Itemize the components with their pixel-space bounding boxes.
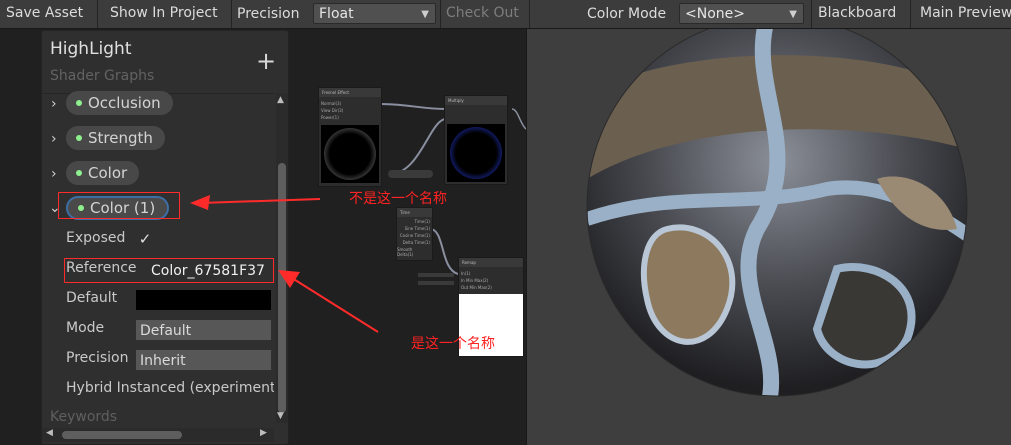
property-row-strength[interactable]: › Strength [42,126,274,156]
property-dot-icon [76,100,82,106]
blackboard-panel[interactable]: HighLight Shader Graphs + › Occlusion › … [41,30,289,445]
horizontal-scrollbar[interactable]: ◀ ▶ [42,428,274,442]
time-port[interactable]: Cosine Time(1) [400,233,430,238]
fresnel-port[interactable]: Power(1) [321,115,339,120]
preview-sphere [586,29,968,397]
property-pill[interactable]: Color [66,161,140,185]
property-row-occlusion[interactable]: › Occlusion [42,91,274,121]
scroll-right-icon[interactable]: ▶ [260,428,267,438]
precision-dropdown-value: Float [319,6,354,22]
toolbar-divider [910,0,911,28]
toolbar: Save Asset Show In Project Precision Flo… [0,0,1011,29]
default-color-swatch[interactable] [135,289,272,311]
mode-dropdown[interactable]: Default [135,319,272,341]
annotation-box-reference [64,258,274,283]
time-port[interactable]: Delta Time(1) [403,240,430,245]
annotation-is-this-name: 是这一个名称 [411,336,495,352]
property-label: Occlusion [88,94,161,112]
show-in-project-button[interactable]: Show In Project [104,2,231,25]
chevron-right-icon[interactable]: › [51,131,57,147]
precision-label: Precision [66,350,129,366]
fresnel-port[interactable]: View Dir(3) [321,108,343,113]
vertical-scrollbar[interactable]: ▲ ▼ [276,93,288,423]
remap-port[interactable]: Out Min Max(2) [461,285,492,290]
toolbar-divider [97,0,98,28]
fresnel-preview [321,125,379,183]
property-pill[interactable]: Strength [66,126,165,150]
blackboard-subtitle: Shader Graphs [50,68,155,84]
property-label: Strength [88,129,153,147]
remap-port[interactable]: In(1) [461,271,470,276]
blackboard-button[interactable]: Blackboard [812,2,910,25]
chevron-right-icon[interactable]: › [51,166,57,182]
property-row-color[interactable]: › Color [42,161,274,191]
chevron-right-icon[interactable]: › [51,96,57,112]
check-out-button[interactable]: Check Out [440,2,529,25]
graph-nodes-area: Fresnel Effect Normal(3) View Dir(3) Pow… [290,29,526,445]
time-node[interactable]: Time Time(1) Sine Time(1) Cosine Time(1)… [396,207,433,261]
annotation-not-this-name: 不是这一个名称 [349,191,447,207]
blackboard-title: HighLight [50,39,132,59]
fresnel-node-title: Fresnel Effect [319,88,381,97]
property-label: Color [88,164,128,182]
time-port[interactable]: Sine Time(1) [405,226,430,231]
multiply-preview [447,124,505,182]
main-preview-button[interactable]: Main Preview [914,2,1011,25]
graph-property-chip[interactable] [388,170,433,178]
precision-dropdown[interactable]: Float ▼ [313,3,436,24]
fresnel-effect-node[interactable]: Fresnel Effect Normal(3) View Dir(3) Pow… [318,87,382,187]
time-port[interactable]: Smooth Delta(1) [397,247,430,257]
chevron-down-icon: ▼ [421,9,429,20]
property-pill[interactable]: Occlusion [66,91,173,115]
time-port[interactable]: Time(1) [415,219,430,224]
scrollbar-thumb[interactable] [278,163,286,413]
exposed-label: Exposed [66,230,126,246]
fresnel-port[interactable]: Normal(3) [321,101,341,106]
remap-node-title: Remap [459,258,523,267]
scroll-left-icon[interactable]: ◀ [46,428,53,438]
remap-port[interactable]: In Min Max(2) [461,278,488,283]
graph-input-chip[interactable] [418,281,454,285]
property-dot-icon [76,170,82,176]
time-node-title: Time [397,208,432,217]
toolbar-divider [231,0,232,28]
hybrid-instanced-label: Hybrid Instanced (experimental) [66,380,274,396]
precision-dropdown[interactable]: Inherit [135,349,272,371]
default-label: Default [66,290,118,306]
exposed-checkbox[interactable]: ✓ [137,231,153,247]
scroll-up-icon[interactable]: ▲ [277,95,284,105]
add-property-button[interactable]: + [256,49,276,73]
precision-label: Precision [237,6,300,22]
annotation-box-color-1 [58,192,180,219]
color-mode-label: Color Mode [587,6,667,22]
main-preview-panel[interactable] [526,29,1011,445]
color-mode-dropdown[interactable]: <None> ▼ [679,3,804,24]
property-dot-icon [76,135,82,141]
scrollbar-thumb[interactable] [62,431,182,439]
multiply-node[interactable]: Multiply [444,95,508,185]
toolbar-divider [529,0,530,28]
color-mode-dropdown-value: <None> [685,6,745,22]
chevron-down-icon: ▼ [789,9,797,20]
keywords-section-label[interactable]: Keywords [50,409,117,425]
multiply-node-title: Multiply [445,96,507,105]
save-asset-button[interactable]: Save Asset [0,2,97,25]
scroll-down-icon[interactable]: ▼ [277,411,284,421]
mode-label: Mode [66,320,105,336]
graph-input-chip[interactable] [418,273,454,277]
